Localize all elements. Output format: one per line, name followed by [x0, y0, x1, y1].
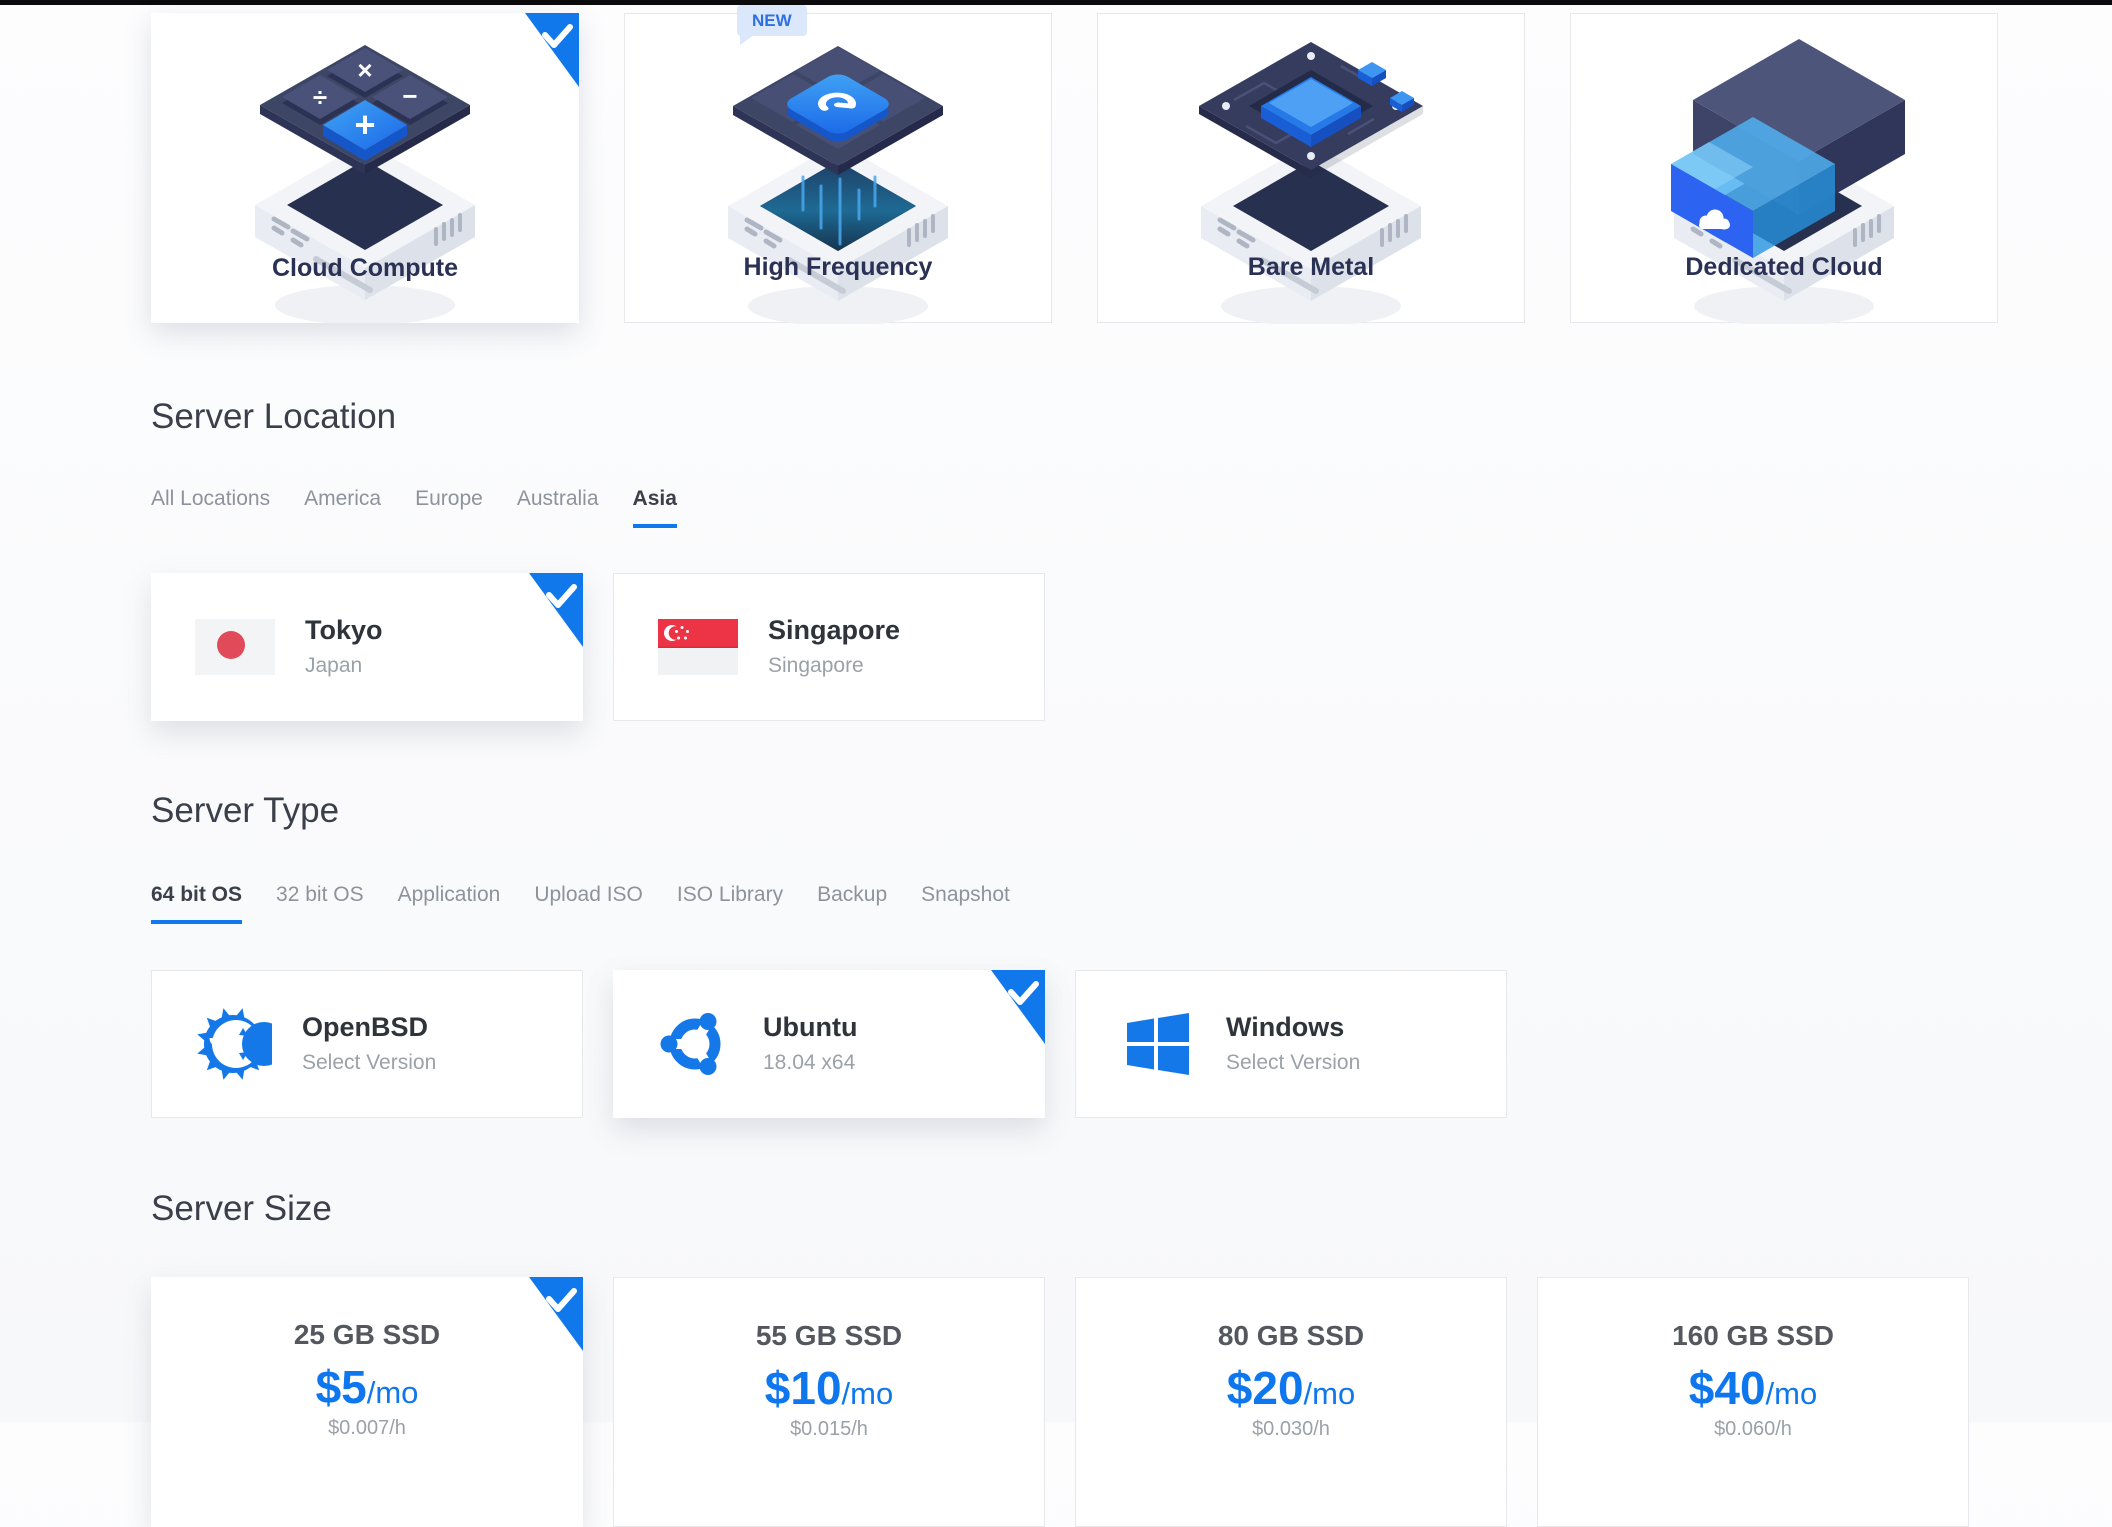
size-price: $5/mo: [151, 1364, 583, 1410]
location-cards: Tokyo Japan Singapore Singapore: [151, 573, 1045, 721]
product-label: Dedicated Cloud: [1571, 253, 1997, 282]
location-tabs: All Locations America Europe Australia A…: [151, 486, 677, 528]
tab-asia[interactable]: Asia: [633, 486, 677, 528]
size-hourly: $0.015/h: [614, 1419, 1044, 1439]
price-amount: $20: [1227, 1362, 1304, 1414]
product-label: Bare Metal: [1098, 253, 1524, 282]
size-price: $20/mo: [1076, 1365, 1506, 1411]
tab-australia[interactable]: Australia: [517, 486, 599, 528]
svg-text:−: −: [402, 81, 417, 111]
product-row: × ÷ − + Cloud Compute NEW: [151, 13, 1998, 323]
size-storage: 25 GB SSD: [151, 1321, 583, 1349]
location-card-tokyo[interactable]: Tokyo Japan: [151, 573, 583, 721]
product-label: Cloud Compute: [151, 254, 579, 283]
size-storage: 55 GB SSD: [614, 1322, 1044, 1350]
type-tabs: 64 bit OS 32 bit OS Application Upload I…: [151, 882, 1010, 924]
size-storage: 80 GB SSD: [1076, 1322, 1506, 1350]
price-period: /mo: [1304, 1376, 1356, 1411]
os-name: Windows: [1226, 1013, 1360, 1043]
os-version: Select Version: [1226, 1051, 1360, 1075]
singapore-flag: [658, 619, 738, 675]
price-amount: $10: [765, 1362, 842, 1414]
top-black-bar: [0, 0, 2112, 5]
tab-iso-library[interactable]: ISO Library: [677, 882, 783, 924]
size-cards: 25 GB SSD $5/mo $0.007/h 55 GB SSD $10/m…: [151, 1277, 1969, 1527]
os-cards: OpenBSD Select Version Ubuntu 18.04 x64: [151, 970, 1507, 1118]
svg-text:×: ×: [357, 55, 372, 85]
new-badge: NEW: [737, 5, 807, 36]
openbsd-icon: [196, 1006, 272, 1082]
os-card-openbsd[interactable]: OpenBSD Select Version: [151, 970, 583, 1118]
product-label: High Frequency: [625, 253, 1051, 282]
server-size-heading: Server Size: [151, 1191, 332, 1226]
location-city: Tokyo: [305, 616, 383, 646]
japan-flag: [195, 619, 275, 675]
tab-america[interactable]: America: [304, 486, 381, 528]
tab-backup[interactable]: Backup: [817, 882, 887, 924]
tab-all-locations[interactable]: All Locations: [151, 486, 270, 528]
tab-application[interactable]: Application: [398, 882, 501, 924]
os-name: OpenBSD: [302, 1013, 436, 1043]
tab-upload-iso[interactable]: Upload ISO: [534, 882, 643, 924]
tab-snapshot[interactable]: Snapshot: [921, 882, 1010, 924]
product-card-dedicated-cloud[interactable]: Dedicated Cloud: [1570, 13, 1998, 323]
location-card-singapore[interactable]: Singapore Singapore: [613, 573, 1045, 721]
os-card-ubuntu[interactable]: Ubuntu 18.04 x64: [613, 970, 1045, 1118]
svg-text:+: +: [354, 104, 375, 145]
svg-text:÷: ÷: [313, 82, 327, 112]
tab-32-bit-os[interactable]: 32 bit OS: [276, 882, 364, 924]
size-hourly: $0.030/h: [1076, 1419, 1506, 1439]
product-card-high-frequency[interactable]: NEW High F: [624, 13, 1052, 323]
selected-check-icon: [529, 573, 583, 647]
price-period: /mo: [842, 1376, 894, 1411]
ubuntu-icon: [657, 1006, 733, 1082]
tab-europe[interactable]: Europe: [415, 486, 483, 528]
price-period: /mo: [367, 1375, 419, 1410]
size-price: $40/mo: [1538, 1365, 1968, 1411]
size-card-55gb[interactable]: 55 GB SSD $10/mo $0.015/h: [613, 1277, 1045, 1527]
server-location-heading: Server Location: [151, 399, 396, 434]
selected-check-icon: [991, 970, 1045, 1044]
product-card-cloud-compute[interactable]: × ÷ − + Cloud Compute: [151, 13, 579, 323]
location-country: Japan: [305, 654, 383, 678]
os-card-windows[interactable]: Windows Select Version: [1075, 970, 1507, 1118]
os-version: 18.04 x64: [763, 1051, 857, 1075]
size-card-160gb[interactable]: 160 GB SSD $40/mo $0.060/h: [1537, 1277, 1969, 1527]
os-name: Ubuntu: [763, 1013, 857, 1043]
location-country: Singapore: [768, 654, 900, 678]
size-price: $10/mo: [614, 1365, 1044, 1411]
os-version: Select Version: [302, 1051, 436, 1075]
price-period: /mo: [1766, 1376, 1818, 1411]
product-card-bare-metal[interactable]: Bare Metal: [1097, 13, 1525, 323]
location-city: Singapore: [768, 616, 900, 646]
windows-icon: [1120, 1006, 1196, 1082]
size-hourly: $0.060/h: [1538, 1419, 1968, 1439]
price-amount: $40: [1689, 1362, 1766, 1414]
size-storage: 160 GB SSD: [1538, 1322, 1968, 1350]
tab-64-bit-os[interactable]: 64 bit OS: [151, 882, 242, 924]
server-type-heading: Server Type: [151, 793, 339, 828]
size-card-80gb[interactable]: 80 GB SSD $20/mo $0.030/h: [1075, 1277, 1507, 1527]
size-card-25gb[interactable]: 25 GB SSD $5/mo $0.007/h: [151, 1277, 583, 1527]
price-amount: $5: [316, 1361, 367, 1413]
selected-check-icon: [525, 13, 579, 87]
size-hourly: $0.007/h: [151, 1418, 583, 1438]
